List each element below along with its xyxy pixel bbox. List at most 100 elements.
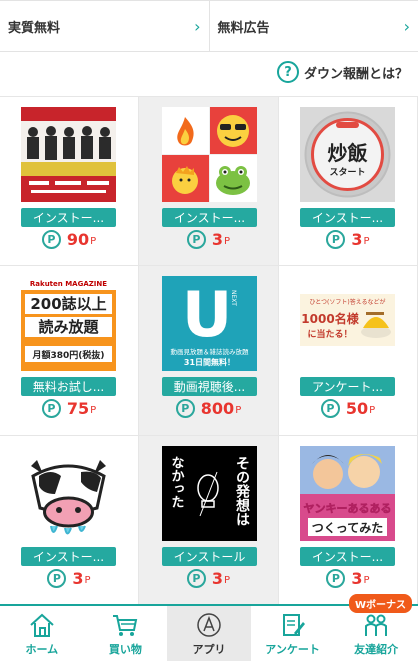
app-thumbnail: その発想は なかった: [162, 446, 257, 541]
points-value: 75: [66, 399, 90, 418]
points-value: 3: [211, 230, 224, 249]
app-card[interactable]: インストー... P 90 P: [0, 97, 139, 266]
app-card[interactable]: インストー... P 3 P: [139, 97, 279, 266]
tab-jisshitsu-muryo[interactable]: 実質無料 ›: [0, 1, 209, 51]
points-value: 3: [351, 230, 363, 249]
app-action-label: アンケート...: [300, 377, 395, 396]
points-unit: P: [363, 575, 370, 586]
points-unit: P: [363, 236, 370, 247]
points-unit: P: [235, 405, 242, 416]
download-reward-help-link[interactable]: ? ダウン報酬とは？: [276, 60, 408, 84]
app-action-label: インストー...: [21, 547, 116, 566]
point-coin-icon: P: [175, 399, 195, 418]
tab-label: 実質無料: [8, 20, 61, 36]
points-value: 800: [200, 399, 235, 418]
thumb-line2: 31日間無料！: [184, 357, 235, 367]
help-label: ダウン報酬とは？: [303, 66, 408, 82]
app-thumbnail: ヤンキーあるある つくってみた: [300, 446, 395, 541]
points-reward: P 3 P: [139, 569, 278, 588]
thumb-line1: その発想は: [234, 456, 251, 526]
chevron-right-icon: ›: [403, 16, 410, 36]
nav-survey[interactable]: アンケート: [251, 606, 335, 661]
points-value: 50: [345, 399, 369, 418]
points-reward: P 3 P: [0, 569, 138, 588]
points-unit: P: [369, 405, 376, 416]
app-action-label: インストー...: [162, 208, 257, 227]
thumb-small: NEXT: [230, 290, 237, 306]
app-thumbnail: [21, 107, 116, 202]
point-coin-icon: P: [41, 230, 61, 249]
points-reward: P 800 P: [139, 399, 278, 418]
points-unit: P: [224, 236, 231, 247]
app-action-label: インストー...: [300, 547, 395, 566]
tab-muryo-kokoku[interactable]: 無料広告 ›: [208, 1, 418, 51]
app-card[interactable]: Rakuten MAGAZINE 200誌以上 読み放題 月額380円(税抜) …: [0, 266, 139, 436]
app-grid: インストー... P 90 P インストー... P 3 P 炒飯 スタート イ…: [0, 96, 418, 605]
app-card[interactable]: インストー... P 3 P: [0, 436, 139, 605]
points-reward: P 3 P: [279, 230, 417, 249]
point-coin-icon: P: [326, 569, 346, 588]
nav-label: アンケート: [265, 643, 320, 656]
app-thumbnail: U NEXT 動画見放題＆雑誌読み放題 31日間無料！: [162, 276, 257, 371]
app-card[interactable]: ヤンキーあるある つくってみた インストー... P 3 P: [279, 436, 418, 605]
nav-apps[interactable]: アプリ: [167, 606, 251, 661]
points-unit: P: [90, 405, 97, 416]
chevron-right-icon: ›: [194, 16, 201, 36]
thumb-line2: つくってみた: [312, 521, 383, 535]
app-action-label: インストー...: [21, 208, 116, 227]
app-card[interactable]: ひとつ(ソフト)答えるなどが 1000名様 に当たる！ アンケート... P 5…: [279, 266, 418, 436]
thumb-subtitle: スタート: [329, 166, 365, 178]
question-icon: ?: [276, 61, 299, 83]
thumb-letter: U: [182, 278, 232, 351]
point-coin-icon: P: [186, 569, 206, 588]
app-thumbnail: [162, 107, 257, 202]
nav-invite-friends[interactable]: Wボーナス 友達紹介: [334, 594, 418, 661]
thumb-line2: なかった: [169, 456, 185, 508]
app-thumbnail: [21, 446, 116, 541]
app-thumbnail: Rakuten MAGAZINE 200誌以上 読み放題 月額380円(税抜): [21, 276, 116, 371]
points-reward: P 90 P: [0, 230, 138, 249]
points-reward: P 75 P: [0, 399, 138, 418]
nav-home[interactable]: ホーム: [0, 606, 84, 661]
point-coin-icon: P: [320, 399, 340, 418]
points-unit: P: [90, 236, 97, 247]
nav-shopping[interactable]: 買い物: [84, 606, 168, 661]
points-reward: P 50 P: [279, 399, 417, 418]
friends-icon: [365, 614, 388, 636]
app-a-icon: [197, 613, 221, 637]
thumb-line2: 1000名様: [301, 311, 359, 326]
tab-label: 無料広告: [217, 20, 270, 36]
points-reward: P 3 P: [139, 230, 278, 249]
point-coin-icon: P: [186, 230, 206, 249]
app-card[interactable]: その発想は なかった インストール P 3 P: [139, 436, 279, 605]
bottom-navigation: ホーム 買い物 アプリ アンケート Wボーナス 友達紹介: [0, 594, 418, 661]
point-coin-icon: P: [47, 569, 67, 588]
app-card[interactable]: 炒飯 スタート インストー... P 3 P: [279, 97, 418, 266]
survey-pen-icon: [282, 614, 305, 636]
cart-icon: [113, 615, 138, 636]
point-coin-icon: P: [41, 399, 61, 418]
thumb-line2: 読み放題: [38, 318, 99, 336]
thumb-line1: 200誌以上: [30, 295, 106, 313]
nav-label: ホーム: [25, 643, 59, 656]
double-bonus-badge: Wボーナス: [348, 594, 412, 613]
app-action-label: 無料お試し...: [21, 377, 116, 396]
app-action-label: インストール: [162, 547, 257, 566]
thumb-line1: ひとつ(ソフト)答えるなどが: [309, 298, 385, 306]
app-action-label: インストー...: [300, 208, 395, 227]
thumb-line3: 月額380円(税抜): [31, 349, 104, 361]
thumb-line1: ヤンキーあるある: [304, 502, 392, 515]
points-value: 3: [211, 569, 224, 588]
points-value: 3: [351, 569, 363, 588]
points-unit: P: [224, 575, 231, 586]
thumb-brand: Rakuten MAGAZINE: [30, 280, 107, 288]
app-thumbnail: 炒飯 スタート: [300, 107, 395, 202]
top-tab-bar: 実質無料 › 無料広告 ›: [0, 0, 418, 52]
app-card[interactable]: U NEXT 動画見放題＆雑誌読み放題 31日間無料！ 動画視聴後... P 8…: [139, 266, 279, 436]
point-coin-icon: P: [326, 230, 346, 249]
points-value: 90: [66, 230, 90, 249]
points-value: 3: [72, 569, 84, 588]
home-icon: [30, 613, 54, 637]
nav-label: 友達紹介: [354, 643, 399, 656]
app-action-label: 動画視聴後...: [162, 377, 257, 396]
